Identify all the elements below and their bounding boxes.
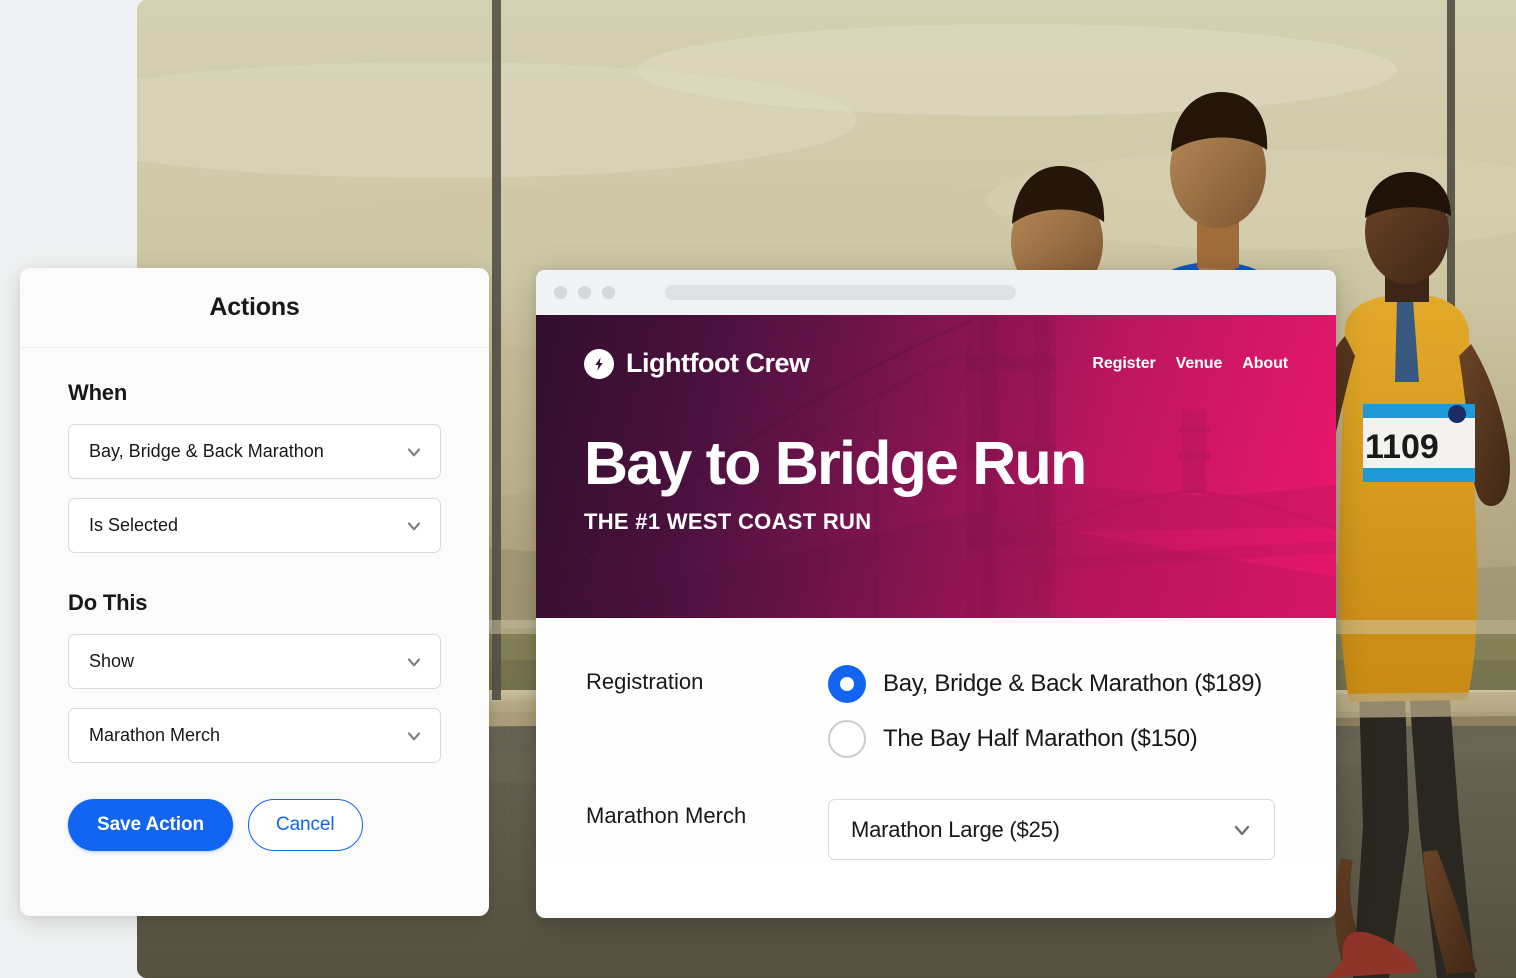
close-icon[interactable] [554,286,567,299]
registration-option-label: Bay, Bridge & Back Marathon ($189) [883,670,1262,697]
actions-panel: Actions When Bay, Bridge & Back Marathon… [20,268,489,916]
nav-link-register[interactable]: Register [1092,355,1155,373]
chevron-down-icon [1230,818,1254,842]
merch-select-value: Marathon Large ($25) [851,816,1060,842]
site-navbar: Lightfoot Crew Register Venue About [584,315,1288,379]
nav-link-venue[interactable]: Venue [1176,355,1223,373]
actions-button-row: Save Action Cancel [68,799,441,851]
chevron-down-icon [404,652,424,672]
when-field-value: Bay, Bridge & Back Marathon [89,441,324,461]
do-this-action-select[interactable]: Show [68,634,441,689]
save-action-button[interactable]: Save Action [68,799,233,851]
do-this-target-select[interactable]: Marathon Merch [68,708,441,763]
when-field-select[interactable]: Bay, Bridge & Back Marathon [68,424,441,479]
do-this-target-value: Marathon Merch [89,725,221,745]
when-condition-value: Is Selected [89,515,179,535]
hero-content: Lightfoot Crew Register Venue About Bay … [536,315,1336,618]
radio-icon-unselected[interactable] [828,720,866,758]
screen: 1109 Actions When Bay, Bridge & Back Mar… [0,0,1516,978]
merch-label: Marathon Merch [586,803,747,828]
registration-option-half[interactable]: The Bay Half Marathon ($150) [828,720,1262,758]
window-controls [554,286,615,299]
nav-links: Register Venue About [1092,355,1288,373]
brand[interactable]: Lightfoot Crew [584,348,810,379]
do-this-label: Do This [68,590,148,615]
chevron-down-icon [404,726,424,746]
address-bar[interactable] [665,285,1016,300]
actions-panel-header: Actions [20,268,489,348]
registration-form: Registration Bay, Bridge & Back Marathon… [536,618,1336,860]
browser-chrome-bar [536,270,1336,315]
merch-select[interactable]: Marathon Large ($25) [828,799,1275,860]
nav-link-about[interactable]: About [1242,355,1288,373]
when-label: When [68,380,128,405]
lightning-bolt-icon [584,348,614,379]
page-title: Actions [209,293,300,321]
chevron-down-icon [404,516,424,536]
when-condition-select[interactable]: Is Selected [68,498,441,553]
registration-label: Registration [586,669,704,694]
actions-panel-body: When Bay, Bridge & Back Marathon Is Sele… [20,348,489,851]
merch-row: Marathon Merch Marathon Large ($25) [586,799,1286,860]
registration-row: Registration Bay, Bridge & Back Marathon… [586,665,1286,758]
chevron-down-icon [404,442,424,462]
registration-radio-group: Bay, Bridge & Back Marathon ($189) The B… [828,665,1262,758]
minimize-icon[interactable] [578,286,591,299]
cancel-button[interactable]: Cancel [247,799,363,851]
site-hero: Lightfoot Crew Register Venue About Bay … [536,315,1336,618]
hero-title: Bay to Bridge Run [584,429,1087,497]
hero-subtitle: THE #1 WEST COAST RUN [584,509,872,535]
browser-window: Lightfoot Crew Register Venue About Bay … [536,270,1336,918]
maximize-icon[interactable] [602,286,615,299]
svg-text:1109: 1109 [1365,428,1439,466]
registration-option-label: The Bay Half Marathon ($150) [883,725,1198,752]
registration-option-marathon[interactable]: Bay, Bridge & Back Marathon ($189) [828,665,1262,703]
do-this-action-value: Show [89,651,135,671]
radio-icon-selected[interactable] [828,665,866,703]
brand-name: Lightfoot Crew [626,348,810,378]
